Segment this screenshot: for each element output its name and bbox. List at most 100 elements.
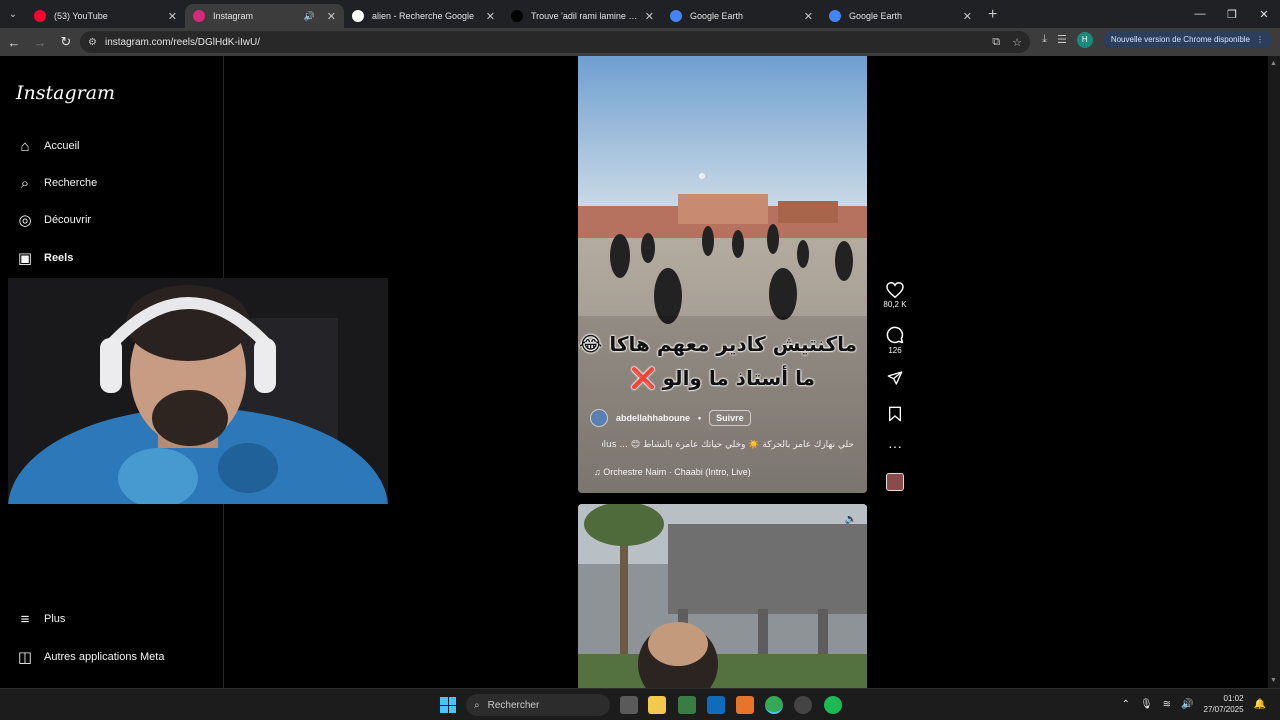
comment-icon (886, 326, 904, 344)
tab-title: Trouve 'adil rami lamine yamal' (531, 11, 639, 21)
send-icon (887, 371, 903, 385)
settings-icon[interactable] (794, 696, 812, 714)
kebab-menu-icon: ⋮ (1256, 35, 1264, 44)
reel-audio-link[interactable]: ♫ Orchestre Naim · Chaabi (Intro, Live) (594, 467, 751, 477)
file-explorer-icon[interactable] (648, 696, 666, 714)
reel-caption[interactable]: حلي نهارك عامر بالحركة ☀️ وخلي حياتك عام… (602, 440, 854, 450)
nav-label: Recherche (44, 177, 98, 189)
tab-title: Instagram (213, 11, 254, 21)
tab-audio-icon[interactable]: 🔊 (304, 11, 315, 22)
close-tab-icon[interactable]: ✕ (804, 10, 813, 23)
close-tab-icon[interactable]: ✕ (486, 10, 495, 23)
meta-apps-icon: ◫ (17, 649, 33, 666)
taskbar-search[interactable]: ⌕ Rechercher (466, 694, 610, 716)
scroll-down-icon[interactable]: ▼ (1270, 677, 1277, 684)
follow-button[interactable]: Suivre (709, 410, 751, 426)
outlook-icon[interactable] (707, 696, 725, 714)
reload-icon[interactable]: ↻ (54, 30, 78, 54)
comment-action[interactable]: 126 (880, 326, 910, 355)
restore-icon[interactable]: ❐ (1216, 0, 1248, 28)
tab-strip: ⌄ (53) YouTube ✕ Instagram 🔊 ✕ alien - Recher… (0, 0, 1280, 28)
browser-tab[interactable]: Trouve 'adil rami lamine yamal' ✕ (503, 4, 662, 28)
app-icon[interactable] (736, 696, 754, 714)
reel-overlay-text-1: ماكنتيش كادير معهم هاكا 😂 (579, 332, 857, 356)
nav-label: Découvrir (44, 214, 92, 226)
url-text: instagram.com/reels/DGlHdK-iIwU/ (104, 36, 261, 48)
store-icon[interactable] (678, 696, 696, 714)
tab-search-icon[interactable]: ⌄ (0, 0, 26, 28)
google-earth-icon (829, 10, 841, 22)
reel-video[interactable]: ماكنتيش كادير معهم هاكا 😂 ما أستاذ ما وا… (578, 56, 867, 493)
more-options-icon[interactable]: ··· (880, 438, 910, 454)
forward-icon[interactable]: → (28, 30, 52, 54)
spotify-icon[interactable] (824, 696, 842, 714)
system-tray: ⌃ 🎙 ≋ 🔊 01:02 27/07/2025 🔔 (1122, 693, 1266, 715)
instagram-logo[interactable]: Instagram (16, 82, 115, 104)
chrome-update-button[interactable]: Nouvelle version de Chrome disponible ⋮ (1102, 31, 1272, 48)
share-action[interactable] (880, 370, 910, 386)
minimize-icon[interactable]: — (1184, 0, 1216, 28)
streamer-figure (8, 278, 388, 504)
reel-frame (578, 56, 867, 493)
scroll-up-icon[interactable]: ▲ (1270, 60, 1277, 67)
google-earth-icon (670, 10, 682, 22)
browser-tab[interactable]: alien - Recherche Google ✕ (344, 4, 503, 28)
reels-icon: ▣ (17, 250, 33, 267)
nav-item-reels[interactable]: ▣ Reels (16, 246, 73, 270)
like-action[interactable]: 80,2 K (880, 282, 910, 309)
media-controls-icon[interactable]: ☰ (1057, 33, 1067, 46)
profile-avatar[interactable]: H (1076, 31, 1093, 48)
chrome-icon[interactable] (765, 696, 783, 714)
clock[interactable]: 01:02 27/07/2025 (1204, 693, 1244, 715)
nav-item-meta-apps[interactable]: ◫ Autres applications Meta (16, 645, 165, 669)
nav-label: Accueil (44, 140, 80, 152)
volume-icon[interactable]: 🔊 (1181, 699, 1193, 710)
nav-item-compass[interactable]: ◎ Découvrir (16, 208, 91, 232)
nav-item-search[interactable]: ⌕ Recherche (16, 171, 97, 195)
speaker-icon[interactable]: 🔈 (845, 514, 857, 525)
home-icon: ⌂ (20, 137, 30, 155)
author-username[interactable]: abdellahhaboune (616, 413, 690, 423)
browser-tab[interactable]: Google Earth ✕ (662, 4, 821, 28)
task-view-icon[interactable] (620, 696, 638, 714)
tiktok-icon (511, 10, 523, 22)
separator-dot: • (698, 413, 702, 423)
reel-author-row: abdellahhaboune • Suivre (590, 409, 751, 427)
clock-date: 27/07/2025 (1203, 705, 1244, 714)
browser-tab[interactable]: Google Earth ✕ (821, 4, 980, 28)
page-scrollbar[interactable]: ▲ ▼ (1268, 56, 1280, 688)
compass-icon: ◎ (18, 212, 32, 229)
reel-overlay-text-2: ما أستاذ ما والو ❌ (630, 366, 815, 390)
close-tab-icon[interactable]: ✕ (963, 10, 972, 23)
install-app-icon[interactable]: ⧉ (992, 36, 1000, 49)
new-tab-button[interactable]: + (988, 6, 997, 24)
nav-item-menu[interactable]: ≡ Plus (16, 607, 66, 631)
close-tab-icon[interactable]: ✕ (645, 10, 654, 23)
windows-start-icon[interactable] (440, 697, 456, 713)
close-tab-icon[interactable]: ✕ (327, 10, 336, 23)
nav-item-home[interactable]: ⌂ Accueil (16, 134, 79, 158)
close-window-icon[interactable]: ✕ (1248, 0, 1280, 28)
site-info-icon[interactable]: ⚙ (88, 37, 97, 48)
browser-tab[interactable]: Instagram 🔊 ✕ (185, 4, 344, 28)
browser-tab[interactable]: (53) YouTube ✕ (26, 4, 185, 28)
back-icon[interactable]: ← (2, 30, 26, 54)
author-avatar[interactable] (590, 409, 608, 427)
like-count: 80,2 K (883, 300, 907, 309)
next-reel-video[interactable]: 🔈 (578, 504, 867, 688)
close-tab-icon[interactable]: ✕ (168, 10, 177, 23)
audio-thumbnail[interactable] (886, 473, 904, 491)
downloads-icon[interactable]: ⤓ (1042, 33, 1047, 46)
next-reel-frame (578, 504, 867, 688)
bookmark-star-icon[interactable]: ☆ (1012, 36, 1022, 49)
microphone-icon[interactable]: 🎙 (1140, 699, 1153, 710)
tab-title: (53) YouTube (54, 11, 108, 21)
tray-overflow-icon[interactable]: ⌃ (1122, 699, 1130, 710)
address-bar[interactable]: ⚙ instagram.com/reels/DGlHdK-iIwU/ ⧉ ☆ (80, 31, 1030, 53)
google-icon (352, 10, 364, 22)
save-action[interactable] (880, 406, 910, 422)
wifi-icon[interactable]: ≋ (1163, 699, 1171, 710)
notification-bell-icon[interactable]: 🔔 (1254, 699, 1266, 710)
clock-time: 01:02 (1223, 694, 1244, 703)
tab-title: Google Earth (690, 11, 744, 21)
